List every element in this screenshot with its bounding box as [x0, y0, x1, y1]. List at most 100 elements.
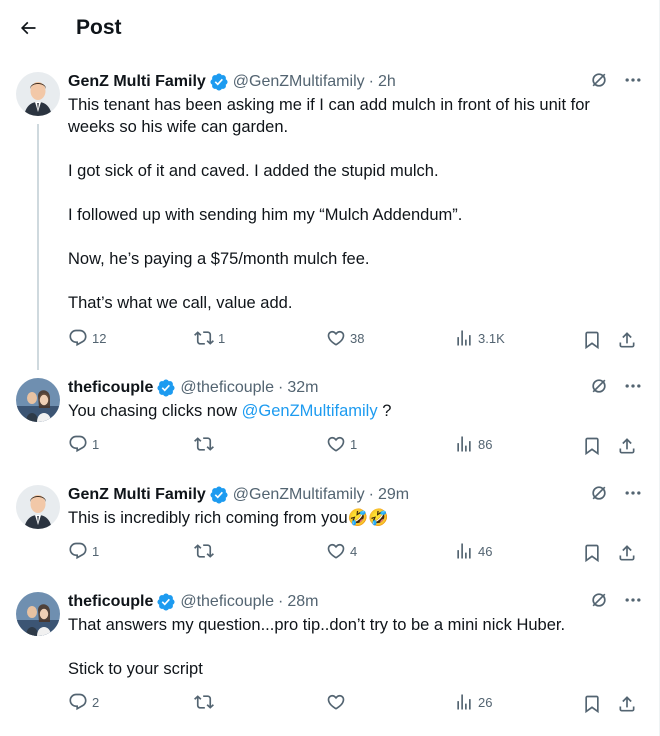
author-name[interactable]: theficouple: [68, 378, 153, 398]
grok-icon[interactable]: [589, 590, 609, 610]
post-paragraph: This is incredibly rich coming from you🤣…: [68, 509, 389, 527]
like-button[interactable]: [326, 692, 350, 712]
view-count: 26: [478, 694, 493, 710]
like-button[interactable]: 4: [326, 541, 357, 561]
heart-icon: [327, 330, 345, 346]
post-paragraph: That’s what we call, value add.: [68, 294, 293, 312]
post-paragraph: Now, he’s paying a $75/month mulch fee.: [68, 250, 370, 268]
views-button[interactable]: 46: [454, 541, 492, 561]
like-count: 38: [350, 330, 365, 346]
analytics-icon: [457, 330, 471, 346]
views-button[interactable]: 26: [454, 692, 492, 712]
views-button[interactable]: 3.1K: [454, 328, 505, 348]
thread-line: [37, 124, 39, 370]
reply-button[interactable]: 1: [68, 434, 99, 454]
action-bar: 12 1 38 3.1K: [68, 328, 643, 352]
grok-icon[interactable]: [589, 376, 609, 396]
repost-icon: [194, 437, 214, 451]
post-header: theficouple @theficouple · 32m: [68, 378, 643, 398]
author-name[interactable]: theficouple: [68, 592, 153, 612]
post-paragraph: That answers my question...pro tip..don’…: [68, 616, 566, 634]
views-button[interactable]: 86: [454, 434, 492, 454]
bookmark-icon[interactable]: [582, 543, 602, 563]
like-count: 1: [350, 436, 358, 452]
separator-dot: ·: [368, 73, 374, 90]
view-count: 3.1K: [478, 330, 505, 346]
author-handle[interactable]: @theficouple: [180, 378, 274, 398]
author-handle[interactable]: @theficouple: [180, 592, 274, 612]
view-count: 86: [478, 436, 493, 452]
action-bar: 1 1 86: [68, 434, 643, 458]
more-options-icon[interactable]: [623, 376, 643, 396]
post-time[interactable]: 2h: [378, 72, 396, 92]
share-icon[interactable]: [617, 330, 637, 350]
reply-button[interactable]: 1: [68, 541, 99, 561]
author-name[interactable]: GenZ Multi Family: [68, 485, 206, 505]
back-button[interactable]: [12, 12, 44, 44]
more-options-icon[interactable]: [623, 483, 643, 503]
repost-button[interactable]: [194, 434, 218, 454]
repost-count: 1: [218, 330, 226, 346]
heart-icon: [327, 436, 345, 452]
share-icon[interactable]: [617, 694, 637, 714]
reply-button[interactable]: 2: [68, 692, 99, 712]
repost-button[interactable]: 1: [194, 328, 225, 348]
reply-icon: [69, 542, 87, 560]
avatar[interactable]: [16, 378, 60, 422]
more-options-icon[interactable]: [623, 70, 643, 90]
top-bar: Post: [0, 0, 660, 56]
verified-badge-icon: [156, 378, 176, 398]
like-count: 4: [350, 543, 358, 559]
repost-button[interactable]: [194, 541, 218, 561]
post-time[interactable]: 32m: [287, 378, 318, 398]
grok-icon[interactable]: [589, 70, 609, 90]
reply-count: 1: [92, 436, 100, 452]
reply-button[interactable]: 12: [68, 328, 106, 348]
repost-button[interactable]: [194, 692, 218, 712]
bookmark-icon[interactable]: [582, 436, 602, 456]
reply-icon: [69, 693, 87, 711]
post-text-segment: You chasing clicks now: [68, 402, 242, 420]
reply-post: theficouple @theficouple · 28m That answ…: [0, 592, 659, 722]
post-header-actions: [589, 376, 643, 396]
author-handle[interactable]: @GenZMultifamily: [233, 485, 365, 505]
reply-post: theficouple @theficouple · 32m You chasi…: [0, 378, 659, 468]
author-handle[interactable]: @GenZMultifamily: [233, 72, 365, 92]
verified-badge-icon: [209, 485, 229, 505]
bookmark-icon[interactable]: [582, 694, 602, 714]
avatar[interactable]: [16, 485, 60, 529]
reply-post: GenZ Multi Family @GenZMultifamily · 29m…: [0, 485, 659, 575]
action-bar: 1 4 46: [68, 541, 643, 565]
post-text: That answers my question...pro tip..don’…: [68, 614, 629, 680]
post-text: You chasing clicks now @GenZMultifamily …: [68, 400, 629, 422]
grok-icon[interactable]: [589, 483, 609, 503]
heart-icon: [327, 543, 345, 559]
more-options-icon[interactable]: [623, 590, 643, 610]
page-title: Post: [76, 16, 122, 39]
repost-icon: [194, 544, 214, 558]
avatar[interactable]: [16, 592, 60, 636]
author-name[interactable]: GenZ Multi Family: [68, 72, 206, 92]
mention-link[interactable]: @GenZMultifamily: [242, 402, 378, 420]
bookmark-icon[interactable]: [582, 330, 602, 350]
like-button[interactable]: 38: [326, 328, 364, 348]
view-count: 46: [478, 543, 493, 559]
post-header: GenZ Multi Family @GenZMultifamily · 2h: [68, 72, 643, 92]
repost-icon: [194, 695, 214, 709]
analytics-icon: [457, 543, 471, 559]
share-icon[interactable]: [617, 436, 637, 456]
like-button[interactable]: 1: [326, 434, 357, 454]
verified-badge-icon: [209, 72, 229, 92]
separator-dot: ·: [277, 593, 284, 610]
action-bar: 2 26: [68, 692, 643, 716]
reply-count: 12: [92, 330, 107, 346]
post-text-segment: ?: [377, 402, 392, 420]
post-header-actions: [589, 483, 643, 503]
post-time[interactable]: 29m: [378, 485, 409, 505]
avatar[interactable]: [16, 72, 60, 116]
post-header-actions: [589, 590, 643, 610]
post-time[interactable]: 28m: [287, 592, 318, 612]
main-post: GenZ Multi Family @GenZMultifamily · 2h …: [0, 72, 659, 370]
separator-dot: ·: [368, 486, 374, 503]
share-icon[interactable]: [617, 543, 637, 563]
